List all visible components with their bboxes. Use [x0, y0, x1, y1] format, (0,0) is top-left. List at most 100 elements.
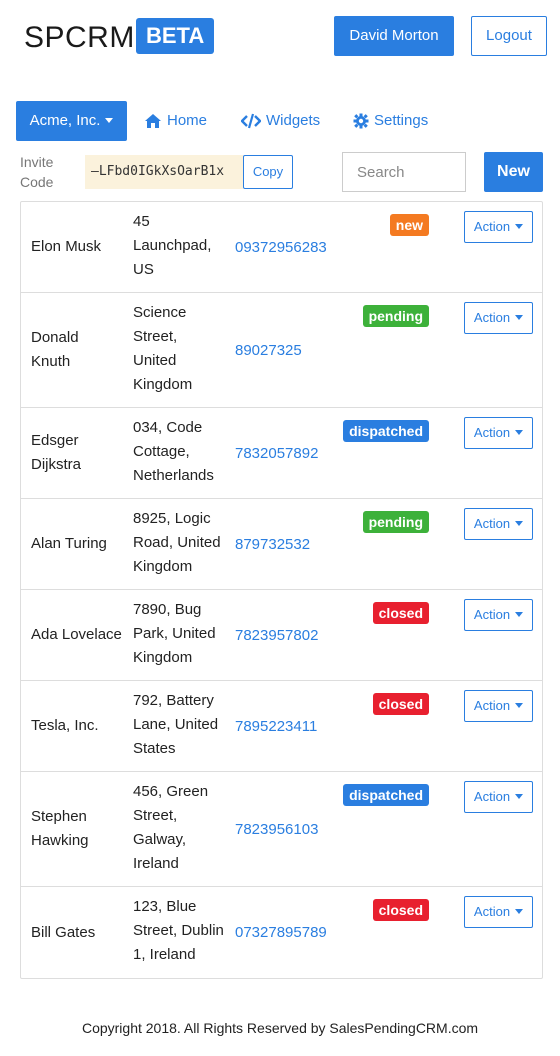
status-badge: closed: [372, 899, 429, 921]
status-badge: new: [389, 214, 429, 236]
beta-badge: BETA: [136, 18, 215, 54]
contact-address-line: US: [133, 261, 154, 278]
header: SPCRM BETA David Morton Logout: [0, 16, 560, 60]
contact-name: Donald Knuth: [31, 293, 131, 407]
search-input[interactable]: [342, 152, 466, 192]
invite-code-value: —LFbd0IGkXsOarB1x: [85, 155, 243, 189]
contact-address: 456, Green Street, Galway, Ireland: [133, 780, 231, 876]
contact-name: Alan Turing: [31, 499, 131, 589]
contact-address-line: Street,: [133, 328, 178, 345]
status-badge: dispatched: [343, 420, 429, 442]
contact-address-line: Galway,: [133, 831, 187, 848]
contact-address-line: Kingdom: [133, 558, 193, 575]
logout-button[interactable]: Logout: [471, 16, 547, 56]
caret-down-icon: [515, 224, 524, 230]
table-row[interactable]: Alan Turing 8925, Logic Road, United Kingdo…: [21, 499, 542, 590]
home-icon: [145, 114, 161, 128]
table-row[interactable]: Donald Knuth Science Street, United Kingdom 89…: [21, 293, 542, 408]
contact-address-line: 8925, Logic: [133, 510, 211, 527]
contact-address-line: 45: [133, 213, 150, 230]
caret-down-icon: [515, 612, 524, 618]
table-row[interactable]: Bill Gates 123, Blue Street, Dublin 1, Irel…: [21, 887, 542, 978]
contact-address-line: Lane, United: [133, 716, 219, 733]
contact-phone-link[interactable]: 7832057892: [235, 408, 318, 498]
action-label: Action: [473, 698, 511, 713]
contact-name: Elon Musk: [31, 202, 131, 292]
contact-address: 792, Battery Lane, United States: [133, 689, 231, 761]
main-nav: Acme, Inc. Home Widgets Settings: [0, 101, 560, 141]
action-label: Action: [473, 904, 511, 919]
action-label: Action: [473, 310, 511, 325]
contact-address-line: Kingdom: [133, 649, 193, 666]
invite-code-label: Invite Code: [20, 154, 54, 190]
contact-address-line: Cottage,: [133, 443, 190, 460]
contact-name-line: Bill Gates: [31, 923, 96, 941]
contact-name-line: Elon Musk: [31, 238, 102, 255]
nav-widgets[interactable]: Widgets: [241, 101, 320, 141]
invite-bar: Invite Code —LFbd0IGkXsOarB1x Copy New: [0, 151, 560, 193]
contact-address: 123, Blue Street, Dublin 1, Ireland: [133, 895, 231, 967]
contact-address-line: United: [133, 352, 177, 369]
caret-down-icon: [515, 909, 524, 915]
action-dropdown-button[interactable]: Action: [464, 599, 533, 631]
contact-address-line: Science: [133, 304, 187, 321]
contact-phone-link[interactable]: 7823957802: [235, 590, 318, 680]
contact-address-line: States: [133, 740, 176, 757]
contact-name-line: Tesla, Inc.: [31, 717, 99, 734]
action-dropdown-button[interactable]: Action: [464, 508, 533, 540]
contact-name-line: Edsger: [31, 432, 79, 449]
brand-logo[interactable]: SPCRM: [24, 18, 135, 58]
caret-down-icon: [515, 703, 524, 709]
org-dropdown-label: Acme, Inc.: [29, 112, 101, 129]
contact-name-line: Hawking: [31, 832, 89, 849]
action-dropdown-button[interactable]: Action: [464, 211, 533, 243]
nav-home-label: Home: [167, 112, 208, 129]
contact-name-line: Alan Turing: [31, 535, 107, 552]
status-badge: dispatched: [343, 784, 429, 806]
org-dropdown-button[interactable]: Acme, Inc.: [16, 101, 127, 141]
nav-settings[interactable]: Settings: [353, 101, 428, 141]
action-dropdown-button[interactable]: Action: [464, 781, 533, 813]
caret-down-icon: [515, 430, 524, 436]
contact-phone-link[interactable]: 07327895789: [235, 887, 327, 978]
contact-address-line: Kingdom: [133, 376, 193, 393]
contact-phone-link[interactable]: 09372956283: [235, 202, 327, 292]
contacts-table: Elon Musk 45 Launchpad, US 09372956283 new Act…: [20, 201, 543, 979]
action-dropdown-button[interactable]: Action: [464, 302, 533, 334]
contact-phone-link[interactable]: 89027325: [235, 293, 302, 407]
contact-address-line: Launchpad,: [133, 237, 212, 254]
contact-address: 45 Launchpad, US: [133, 210, 231, 282]
status-badge: closed: [372, 693, 429, 715]
status-badge: pending: [362, 511, 429, 533]
contact-phone-link[interactable]: 7895223411: [235, 681, 317, 771]
table-row[interactable]: Elon Musk 45 Launchpad, US 09372956283 new Act…: [21, 202, 542, 293]
action-label: Action: [473, 219, 511, 234]
nav-settings-label: Settings: [374, 112, 429, 129]
contact-address-line: 123, Blue: [133, 898, 197, 915]
table-row[interactable]: Edsger Dijkstra 034, Code Cottage, Netherlan…: [21, 408, 542, 499]
contact-name-line: Knuth: [31, 353, 71, 370]
contact-phone-link[interactable]: 879732532: [235, 499, 310, 589]
contact-name-line: Donald: [31, 329, 79, 346]
contact-address-line: Park, United: [133, 625, 216, 642]
copy-button[interactable]: Copy: [243, 155, 293, 189]
table-row[interactable]: Stephen Hawking 456, Green Street, Galway, Ir…: [21, 772, 542, 887]
contact-phone-link[interactable]: 7823956103: [235, 772, 318, 886]
contact-name: Bill Gates: [31, 887, 131, 978]
action-dropdown-button[interactable]: Action: [464, 690, 533, 722]
action-label: Action: [473, 607, 511, 622]
action-dropdown-button[interactable]: Action: [464, 417, 533, 449]
contact-address-line: Street, Dublin: [133, 922, 224, 939]
table-row[interactable]: Tesla, Inc. 792, Battery Lane, United State…: [21, 681, 542, 772]
table-row[interactable]: Ada Lovelace 7890, Bug Park, United Kingdom…: [21, 590, 542, 681]
user-menu-button[interactable]: David Morton: [334, 16, 454, 56]
action-dropdown-button[interactable]: Action: [464, 896, 533, 928]
contact-address-line: Street,: [133, 807, 178, 824]
action-label: Action: [473, 425, 511, 440]
contact-address-line: Road, United: [133, 534, 221, 551]
contact-address: 034, Code Cottage, Netherlands: [133, 416, 231, 488]
new-button[interactable]: New: [484, 152, 543, 192]
contact-address-line: 456, Green: [133, 783, 209, 800]
contact-name-line: Ada Lovelace: [31, 626, 122, 643]
nav-home[interactable]: Home: [144, 101, 207, 141]
